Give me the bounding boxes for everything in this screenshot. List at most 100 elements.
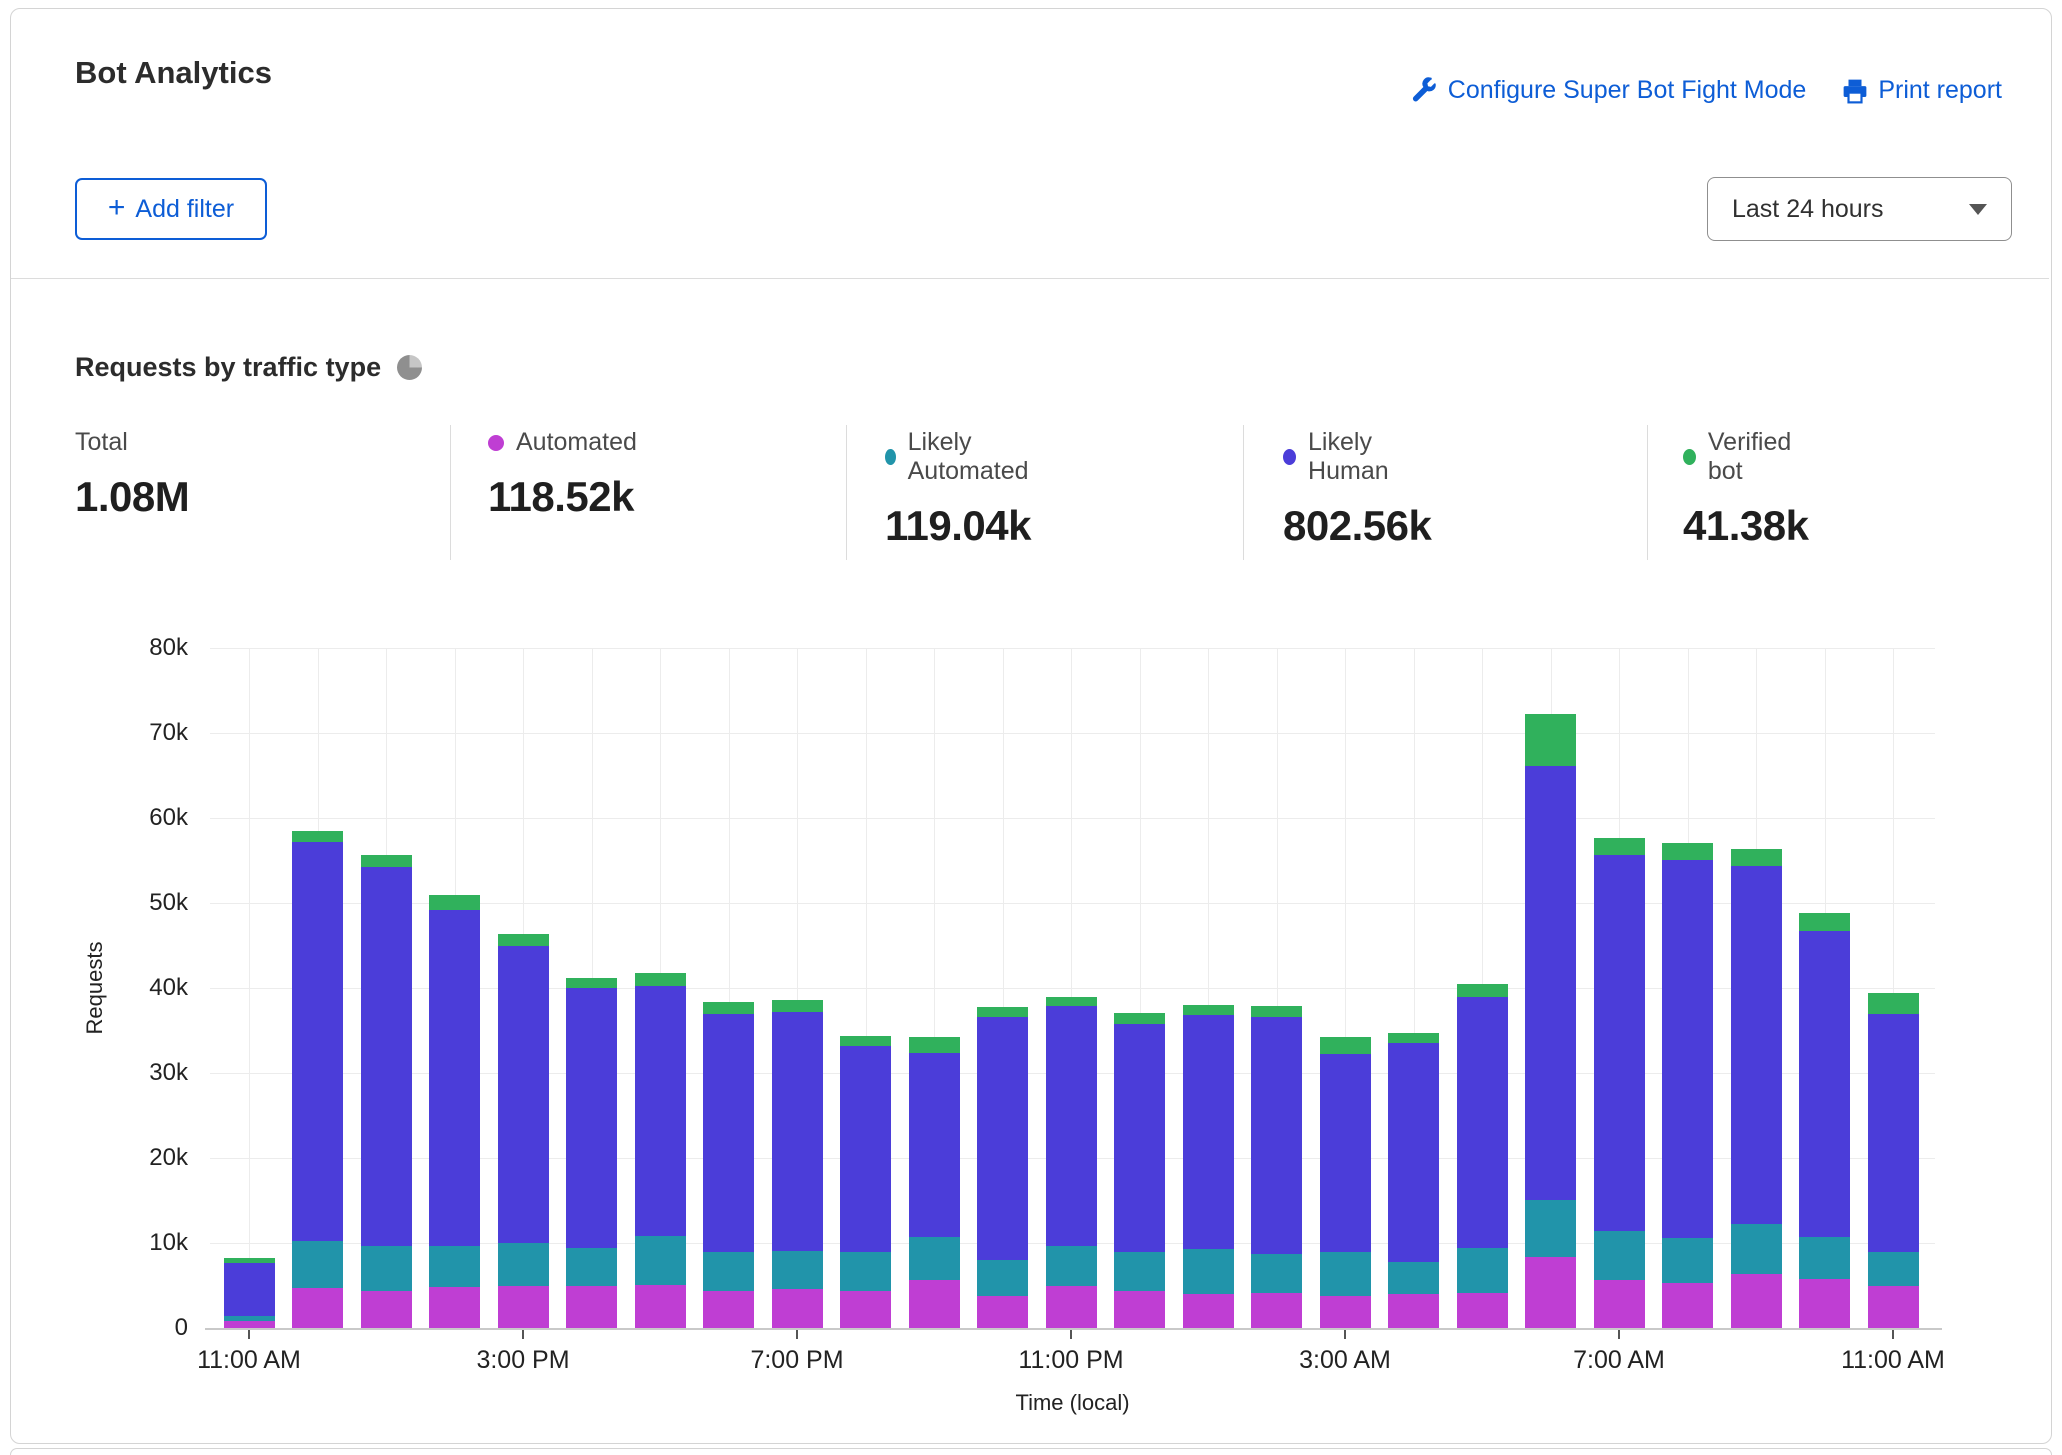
bar-segment-verified-bot[interactable] xyxy=(1388,1033,1439,1043)
bar-segment-verified-bot[interactable] xyxy=(772,1000,823,1012)
add-filter-button[interactable]: + Add filter xyxy=(75,178,267,240)
bar-segment-likely-human[interactable] xyxy=(909,1053,960,1237)
bar-segment-automated[interactable] xyxy=(498,1286,549,1329)
bar-segment-likely-human[interactable] xyxy=(840,1046,891,1252)
bar-segment-verified-bot[interactable] xyxy=(1594,838,1645,854)
bar-segment-automated[interactable] xyxy=(1388,1294,1439,1328)
bar-segment-likely-human[interactable] xyxy=(1183,1015,1234,1249)
bar-segment-likely-automated[interactable] xyxy=(1799,1237,1850,1279)
bar-segment-likely-human[interactable] xyxy=(224,1263,275,1317)
bar-segment-automated[interactable] xyxy=(1662,1283,1713,1328)
bar-segment-likely-human[interactable] xyxy=(566,988,617,1248)
bar-segment-automated[interactable] xyxy=(1457,1293,1508,1328)
bar-segment-likely-human[interactable] xyxy=(1457,997,1508,1249)
bar-segment-likely-automated[interactable] xyxy=(1183,1249,1234,1294)
bar-segment-likely-automated[interactable] xyxy=(1320,1252,1371,1295)
bar-segment-likely-automated[interactable] xyxy=(224,1316,275,1321)
bar-segment-verified-bot[interactable] xyxy=(1251,1006,1302,1017)
bar-segment-likely-human[interactable] xyxy=(1662,860,1713,1238)
bar-segment-automated[interactable] xyxy=(292,1288,343,1328)
bar-segment-likely-human[interactable] xyxy=(1525,766,1576,1200)
bar-segment-automated[interactable] xyxy=(1183,1294,1234,1328)
bar-segment-automated[interactable] xyxy=(1799,1279,1850,1328)
bar-segment-likely-human[interactable] xyxy=(977,1017,1028,1260)
bar-segment-likely-automated[interactable] xyxy=(772,1251,823,1289)
bar-segment-automated[interactable] xyxy=(566,1286,617,1328)
bar-segment-likely-automated[interactable] xyxy=(840,1252,891,1291)
bar-segment-verified-bot[interactable] xyxy=(292,831,343,842)
bar-segment-likely-automated[interactable] xyxy=(1868,1252,1919,1286)
bar-segment-likely-automated[interactable] xyxy=(703,1252,754,1290)
bar-segment-likely-automated[interactable] xyxy=(1594,1231,1645,1279)
bar-segment-verified-bot[interactable] xyxy=(1525,714,1576,766)
bar-segment-likely-human[interactable] xyxy=(498,946,549,1243)
bar-segment-verified-bot[interactable] xyxy=(1114,1013,1165,1024)
bar-segment-automated[interactable] xyxy=(1114,1291,1165,1328)
bar-segment-automated[interactable] xyxy=(1594,1280,1645,1328)
bar-segment-verified-bot[interactable] xyxy=(703,1002,754,1015)
bar-segment-likely-automated[interactable] xyxy=(977,1260,1028,1296)
bar-segment-likely-human[interactable] xyxy=(429,910,480,1246)
bar-segment-likely-human[interactable] xyxy=(292,842,343,1242)
bar-segment-verified-bot[interactable] xyxy=(429,895,480,910)
bar-segment-likely-automated[interactable] xyxy=(292,1241,343,1288)
bar-segment-likely-human[interactable] xyxy=(1251,1017,1302,1254)
bar-segment-likely-human[interactable] xyxy=(1320,1054,1371,1252)
bar-segment-verified-bot[interactable] xyxy=(1731,849,1782,866)
bar-segment-automated[interactable] xyxy=(840,1291,891,1328)
bar-segment-automated[interactable] xyxy=(361,1291,412,1328)
bar-segment-likely-automated[interactable] xyxy=(1388,1262,1439,1294)
bar-segment-automated[interactable] xyxy=(1320,1296,1371,1328)
bar-segment-likely-human[interactable] xyxy=(1594,855,1645,1232)
bar-segment-likely-human[interactable] xyxy=(703,1014,754,1252)
bar-segment-automated[interactable] xyxy=(703,1291,754,1328)
bar-segment-likely-automated[interactable] xyxy=(1114,1252,1165,1290)
bar-segment-likely-human[interactable] xyxy=(1731,866,1782,1224)
bar-segment-likely-automated[interactable] xyxy=(909,1237,960,1280)
bar-segment-automated[interactable] xyxy=(1046,1286,1097,1328)
bar-segment-verified-bot[interactable] xyxy=(1046,997,1097,1006)
bar-segment-verified-bot[interactable] xyxy=(361,855,412,867)
bar-segment-automated[interactable] xyxy=(429,1287,480,1328)
bar-segment-verified-bot[interactable] xyxy=(1457,984,1508,997)
bar-segment-likely-automated[interactable] xyxy=(1525,1200,1576,1257)
bar-segment-automated[interactable] xyxy=(977,1296,1028,1328)
bar-segment-likely-human[interactable] xyxy=(1114,1024,1165,1253)
bar-segment-likely-automated[interactable] xyxy=(429,1246,480,1288)
bar-segment-likely-human[interactable] xyxy=(1046,1006,1097,1247)
time-range-select[interactable]: Last 24 hours xyxy=(1707,177,2012,241)
bar-segment-automated[interactable] xyxy=(1868,1286,1919,1328)
bar-segment-automated[interactable] xyxy=(772,1289,823,1328)
bar-segment-verified-bot[interactable] xyxy=(1320,1037,1371,1054)
print-report-link[interactable]: Print report xyxy=(1842,76,2002,105)
bar-segment-likely-automated[interactable] xyxy=(1046,1246,1097,1286)
bar-segment-automated[interactable] xyxy=(224,1321,275,1328)
bar-segment-verified-bot[interactable] xyxy=(1183,1005,1234,1015)
bar-segment-automated[interactable] xyxy=(1251,1293,1302,1328)
bar-segment-automated[interactable] xyxy=(1731,1274,1782,1328)
bar-segment-verified-bot[interactable] xyxy=(498,934,549,946)
bar-segment-automated[interactable] xyxy=(909,1280,960,1328)
bar-segment-likely-automated[interactable] xyxy=(361,1246,412,1291)
bar-segment-verified-bot[interactable] xyxy=(840,1036,891,1046)
bar-segment-likely-automated[interactable] xyxy=(1731,1224,1782,1273)
bar-segment-automated[interactable] xyxy=(635,1285,686,1328)
bar-segment-likely-automated[interactable] xyxy=(1662,1238,1713,1283)
bar-segment-likely-automated[interactable] xyxy=(498,1243,549,1286)
bar-segment-likely-human[interactable] xyxy=(1388,1043,1439,1261)
bar-segment-verified-bot[interactable] xyxy=(1662,843,1713,860)
bar-segment-likely-automated[interactable] xyxy=(635,1236,686,1284)
bar-segment-verified-bot[interactable] xyxy=(977,1007,1028,1017)
bar-segment-likely-human[interactable] xyxy=(635,986,686,1236)
bar-segment-likely-automated[interactable] xyxy=(1457,1248,1508,1293)
bar-segment-likely-automated[interactable] xyxy=(1251,1254,1302,1293)
bar-segment-likely-human[interactable] xyxy=(1868,1014,1919,1252)
bar-segment-likely-automated[interactable] xyxy=(566,1248,617,1286)
bar-segment-verified-bot[interactable] xyxy=(635,973,686,987)
configure-super-bot-fight-mode-link[interactable]: Configure Super Bot Fight Mode xyxy=(1411,76,1807,105)
bar-segment-likely-human[interactable] xyxy=(361,867,412,1245)
bar-segment-verified-bot[interactable] xyxy=(1799,913,1850,931)
bar-segment-likely-human[interactable] xyxy=(1799,931,1850,1237)
bar-segment-likely-human[interactable] xyxy=(772,1012,823,1251)
bar-segment-verified-bot[interactable] xyxy=(224,1258,275,1262)
